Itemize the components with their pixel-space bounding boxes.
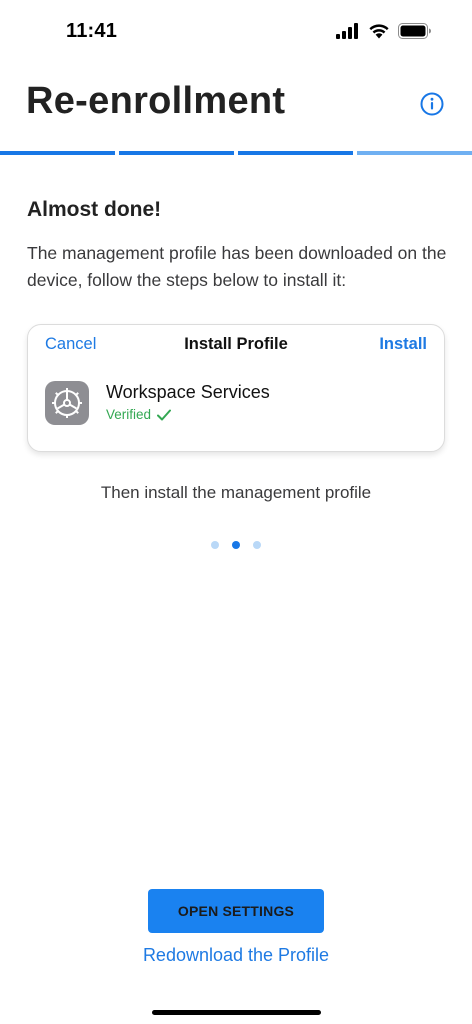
profile-name: Workspace Services (106, 382, 270, 402)
verified-label: Verified (106, 407, 152, 422)
open-settings-button[interactable]: OPEN SETTINGS (148, 889, 324, 933)
status-icons (336, 23, 432, 39)
progress-segment (357, 151, 472, 155)
verified-status: Verified (106, 407, 172, 422)
progress-segment (238, 151, 353, 155)
page-dot[interactable] (211, 541, 219, 549)
progress-segment (119, 151, 234, 155)
progress-bar (0, 151, 472, 155)
page-dot-active[interactable] (232, 541, 240, 549)
card-cancel-label: Cancel (45, 335, 97, 353)
home-indicator[interactable] (152, 1010, 321, 1015)
redownload-profile-link[interactable]: Redownload the Profile (0, 945, 472, 966)
cellular-signal-icon (336, 23, 358, 39)
info-button[interactable] (420, 92, 444, 116)
wifi-icon (369, 24, 389, 39)
step-caption: Then install the management profile (100, 483, 372, 502)
page-dot[interactable] (253, 541, 261, 549)
battery-icon (398, 23, 431, 39)
section-heading: Almost done! (27, 198, 162, 221)
card-install-label: Install (379, 335, 427, 353)
page-indicator (0, 541, 472, 549)
progress-segment (0, 151, 115, 155)
checkmark-icon (157, 409, 172, 420)
page-title: Re-enrollment (26, 80, 286, 122)
description-text: The management profile has been download… (27, 243, 447, 290)
install-profile-card: Install Profile Cancel Install Workspace… (27, 324, 445, 452)
status-bar: 11:41 (0, 0, 472, 64)
settings-gear-icon (45, 381, 89, 425)
info-icon (420, 92, 444, 116)
status-time: 11:41 (66, 20, 118, 42)
